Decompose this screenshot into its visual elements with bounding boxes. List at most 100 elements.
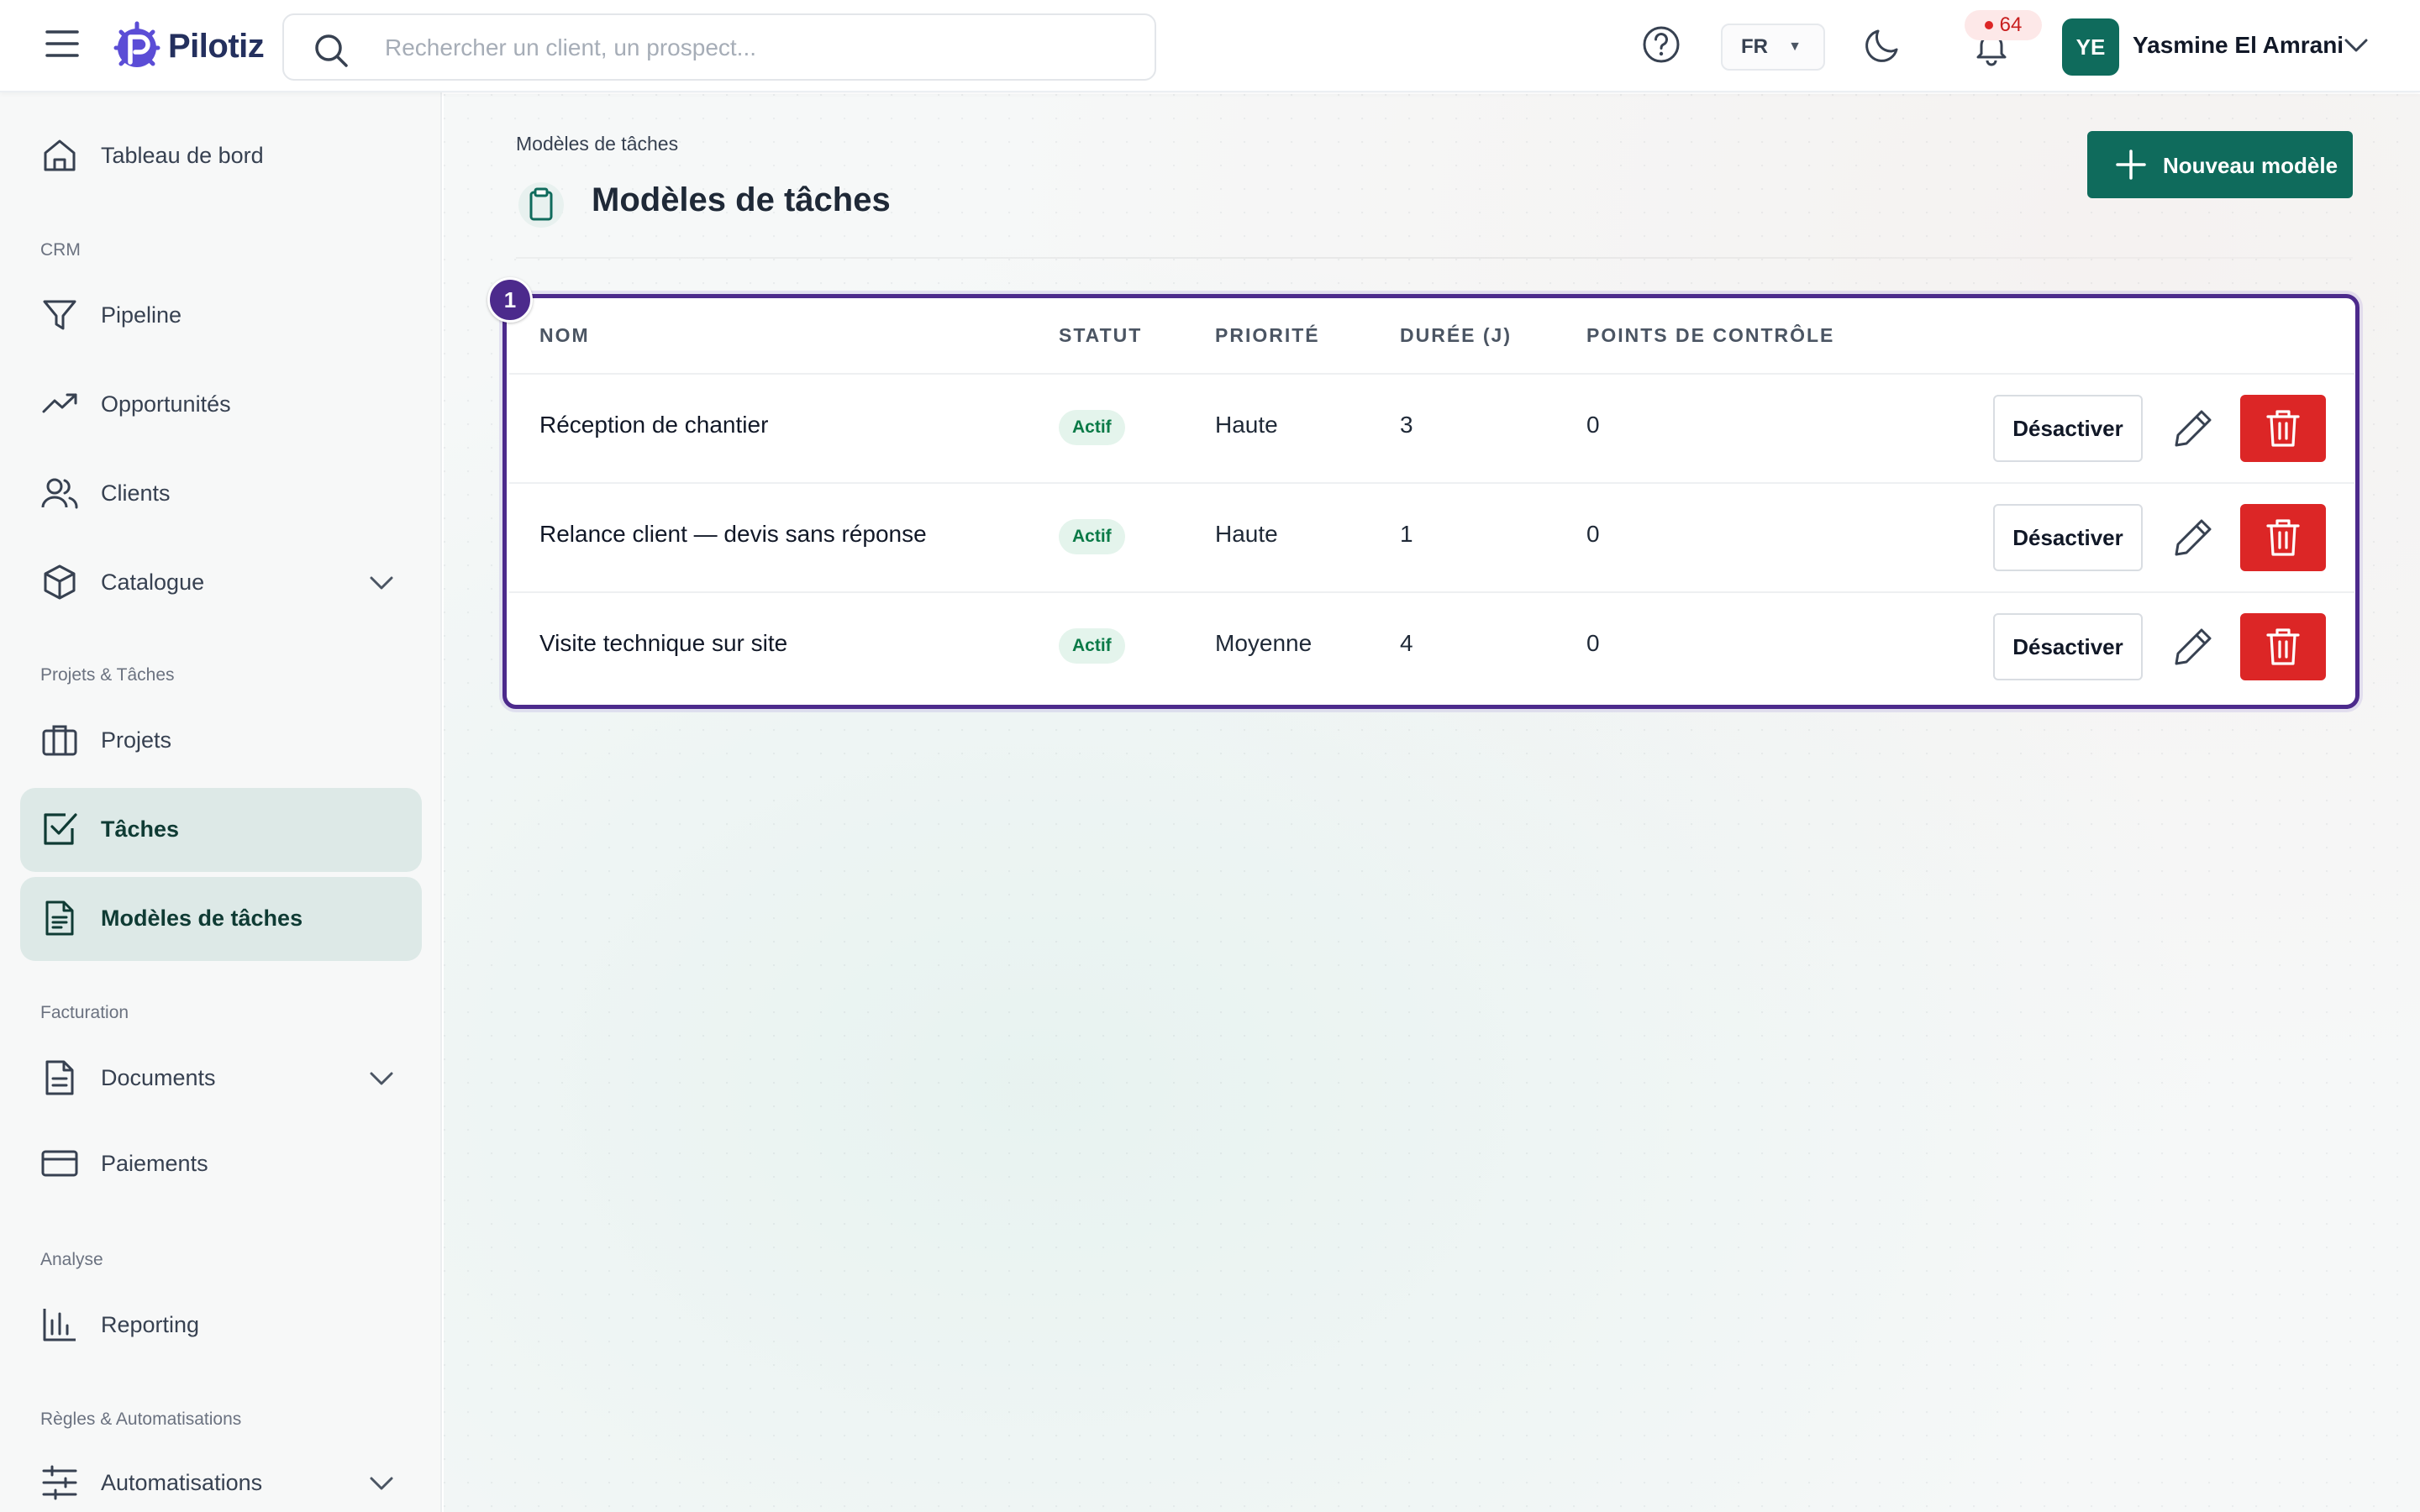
delete-button[interactable]	[2240, 504, 2326, 571]
clipboard-icon	[518, 182, 564, 228]
status-badge: Actif	[1059, 628, 1125, 664]
sidebar-item-dashboard[interactable]: Tableau de bord	[20, 114, 422, 198]
table-row[interactable]: Visite technique sur site Actif Moyenne …	[509, 593, 2354, 701]
column-header-name[interactable]: NOM	[539, 324, 590, 347]
language-select[interactable]: FR ▼	[1721, 24, 1825, 71]
pencil-icon[interactable]	[2171, 625, 2215, 669]
trash-icon	[2266, 410, 2300, 447]
pencil-icon[interactable]	[2171, 516, 2215, 559]
sidebar-item-label: Tâches	[101, 816, 180, 842]
menu-icon[interactable]	[44, 25, 81, 62]
section-label-rules: Règles & Automatisations	[40, 1410, 242, 1429]
duration-value: 4	[1400, 630, 1413, 656]
new-template-button[interactable]: Nouveau modèle	[2087, 131, 2353, 198]
step-marker: 1	[487, 277, 533, 323]
sidebar-item-label: Projets	[101, 727, 172, 753]
sidebar-item-label: Reporting	[101, 1312, 200, 1337]
caret-down-icon: ▼	[1788, 39, 1802, 54]
logo-icon	[113, 21, 160, 67]
section-label-projects: Projets & Tâches	[40, 665, 175, 685]
section-label-crm: CRM	[40, 240, 81, 260]
sidebar-item-task-templates[interactable]: Modèles de tâches	[20, 877, 422, 961]
section-label-analysis: Analyse	[40, 1250, 103, 1269]
sidebar-item-label: Clients	[101, 480, 171, 506]
sidebar-item-label: Catalogue	[101, 570, 205, 595]
table-row[interactable]: Relance client — devis sans réponse Acti…	[509, 484, 2354, 591]
delete-button[interactable]	[2240, 613, 2326, 680]
sidebar-item-pipeline[interactable]: Pipeline	[20, 274, 422, 358]
search-icon	[315, 34, 348, 67]
checkpoints-value: 0	[1586, 521, 1600, 547]
avatar[interactable]: YE	[2062, 18, 2119, 76]
column-header-duration[interactable]: DURÉE (J)	[1400, 324, 1512, 347]
sidebar-item-clients[interactable]: Clients	[20, 452, 422, 536]
status-badge: Actif	[1059, 519, 1125, 554]
notification-badge[interactable]: 64	[1965, 10, 2042, 40]
briefcase-icon	[42, 725, 77, 756]
cube-icon	[44, 564, 76, 600]
section-label-billing: Facturation	[40, 1003, 129, 1022]
template-name: Relance client — devis sans réponse	[539, 521, 927, 547]
table-row[interactable]: Réception de chantier Actif Haute 3 0 Dé…	[509, 375, 2354, 482]
column-header-priority[interactable]: PRIORITÉ	[1215, 324, 1320, 347]
trash-icon	[2266, 519, 2300, 556]
sidebar-item-label: Paiements	[101, 1151, 208, 1176]
sidebar-item-payments[interactable]: Paiements	[20, 1122, 422, 1206]
home-icon	[44, 139, 76, 171]
plus-icon	[2116, 150, 2146, 180]
users-icon	[41, 478, 78, 509]
sidebar-item-projects[interactable]: Projets	[20, 699, 422, 783]
checkpoints-value: 0	[1586, 412, 1600, 438]
duration-value: 1	[1400, 521, 1413, 547]
checkpoints-value: 0	[1586, 630, 1600, 656]
deactivate-button[interactable]: Désactiver	[1993, 395, 2143, 462]
divider	[516, 257, 2353, 259]
deactivate-button[interactable]: Désactiver	[1993, 613, 2143, 680]
duration-value: 3	[1400, 412, 1413, 438]
status-badge: Actif	[1059, 410, 1125, 445]
sliders-icon	[42, 1465, 77, 1500]
trash-icon	[2266, 628, 2300, 665]
sidebar-item-tasks[interactable]: Tâches	[20, 788, 422, 872]
help-icon[interactable]	[1640, 24, 1682, 66]
sidebar-item-catalogue[interactable]: Catalogue	[20, 541, 422, 625]
user-name[interactable]: Yasmine El Amrani	[2133, 32, 2344, 59]
sidebar-item-label: Tableau de bord	[101, 143, 264, 168]
document-icon	[45, 1060, 74, 1095]
chevron-down-icon[interactable]	[366, 1063, 397, 1094]
page-title: Modèles de tâches	[592, 181, 891, 218]
priority-value: Haute	[1215, 412, 1278, 438]
search-input[interactable]	[385, 27, 1124, 69]
column-header-status[interactable]: STATUT	[1059, 324, 1142, 347]
deactivate-button[interactable]: Désactiver	[1993, 504, 2143, 571]
pencil-icon[interactable]	[2171, 407, 2215, 450]
sidebar-item-label: Pipeline	[101, 302, 182, 328]
app-name: Pilotiz	[168, 27, 265, 65]
chevron-down-icon[interactable]	[366, 568, 397, 598]
notification-dot	[1984, 21, 1993, 29]
column-header-checkpoints[interactable]: POINTS DE CONTRÔLE	[1586, 324, 1834, 347]
sidebar-item-opportunities[interactable]: Opportunités	[20, 363, 422, 447]
breadcrumb[interactable]: Modèles de tâches	[516, 133, 678, 155]
sidebar-item-label: Opportunités	[101, 391, 231, 417]
sidebar-item-reporting[interactable]: Reporting	[20, 1284, 422, 1368]
filter-icon	[43, 300, 76, 330]
credit-card-icon	[41, 1150, 78, 1177]
top-bar: Pilotiz FR ▼ 64 YE Yasmine El Amrani	[0, 0, 2420, 92]
checkbox-icon	[44, 813, 77, 845]
sidebar-item-automations[interactable]: Automatisations	[20, 1441, 422, 1512]
document-text-icon	[45, 900, 74, 936]
template-name: Visite technique sur site	[539, 630, 788, 656]
chevron-down-icon[interactable]	[366, 1468, 397, 1499]
sidebar-item-label: Automatisations	[101, 1470, 263, 1495]
delete-button[interactable]	[2240, 395, 2326, 462]
dark-mode-icon[interactable]	[1862, 24, 1904, 66]
app-logo[interactable]: Pilotiz	[109, 18, 265, 74]
trending-up-icon	[42, 393, 77, 413]
priority-value: Moyenne	[1215, 630, 1313, 656]
chevron-down-icon[interactable]	[2341, 30, 2371, 60]
new-template-button-label: Nouveau modèle	[2163, 153, 2338, 178]
sidebar-item-documents[interactable]: Documents	[20, 1037, 422, 1121]
search-bar	[282, 13, 1156, 81]
language-value: FR	[1741, 35, 1768, 58]
